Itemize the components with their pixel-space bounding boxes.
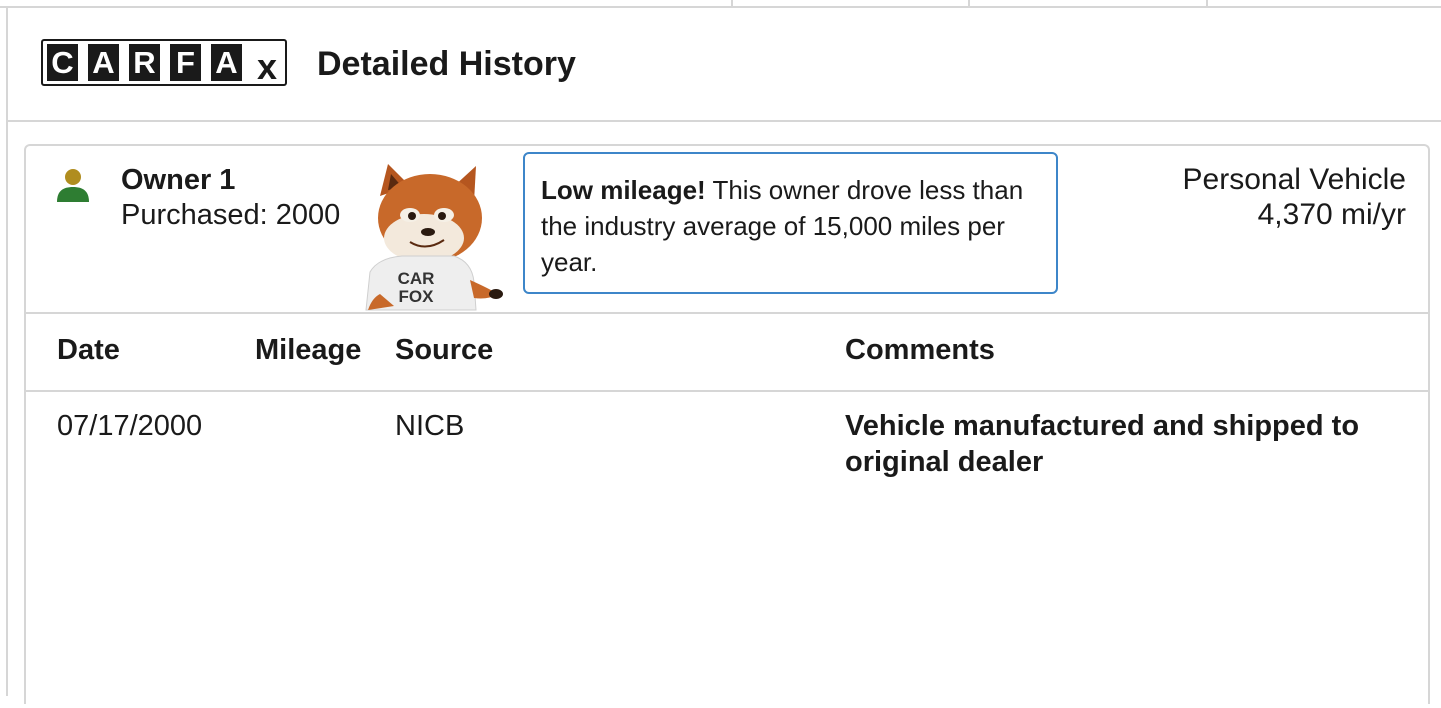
carfax-logo: C A R F A x [41, 39, 287, 87]
cell-comments: Vehicle manufactured and shipped to orig… [845, 410, 1360, 478]
logo-letter: C [47, 44, 78, 81]
vehicle-annual-miles: 4,370 mi/yr [1257, 198, 1406, 231]
cell-source: NICB [395, 410, 465, 442]
report-header: C A R F A x Detailed History [8, 8, 1441, 122]
owner-purchased: Purchased: 2000 [121, 199, 341, 231]
logo-fox-x: x [256, 46, 278, 87]
cell-date: 07/17/2000 [57, 410, 203, 442]
vehicle-type: Personal Vehicle [1182, 163, 1406, 196]
carfox-mascot-image: CAR FOX [365, 164, 503, 311]
content-cutoff [26, 498, 1428, 708]
logo-letter: F [170, 44, 201, 81]
logo-letter: R [129, 44, 160, 81]
table-header-row: Date Mileage Source Comments [26, 312, 1428, 392]
column-header-comments: Comments [845, 334, 995, 366]
tab-divider [1206, 0, 1208, 6]
column-header-mileage: Mileage [255, 334, 362, 366]
person-icon [57, 169, 89, 202]
low-mileage-callout: Low mileage! This owner drove less than … [523, 152, 1058, 294]
column-header-date: Date [57, 334, 120, 366]
column-header-source: Source [395, 334, 494, 366]
logo-letter: A [211, 44, 242, 81]
table-row: 07/17/2000 NICB Vehicle manufactured and… [26, 392, 1428, 498]
history-panel: C A R F A x Detailed History Owner 1 Pur… [6, 8, 1441, 708]
shirt-text-line2: FOX [399, 287, 435, 306]
owner-title: Owner 1 [121, 164, 236, 196]
page-title: Detailed History [317, 45, 576, 83]
logo-letter: A [88, 44, 119, 81]
tab-divider [731, 0, 733, 6]
shirt-text-line1: CAR [398, 269, 435, 288]
top-tab-strip [0, 0, 1441, 8]
tab-divider [968, 0, 970, 6]
callout-heading: Low mileage! [541, 175, 706, 205]
owner-card: Owner 1 Purchased: 2000 CAR FOX Low mile… [24, 144, 1430, 708]
